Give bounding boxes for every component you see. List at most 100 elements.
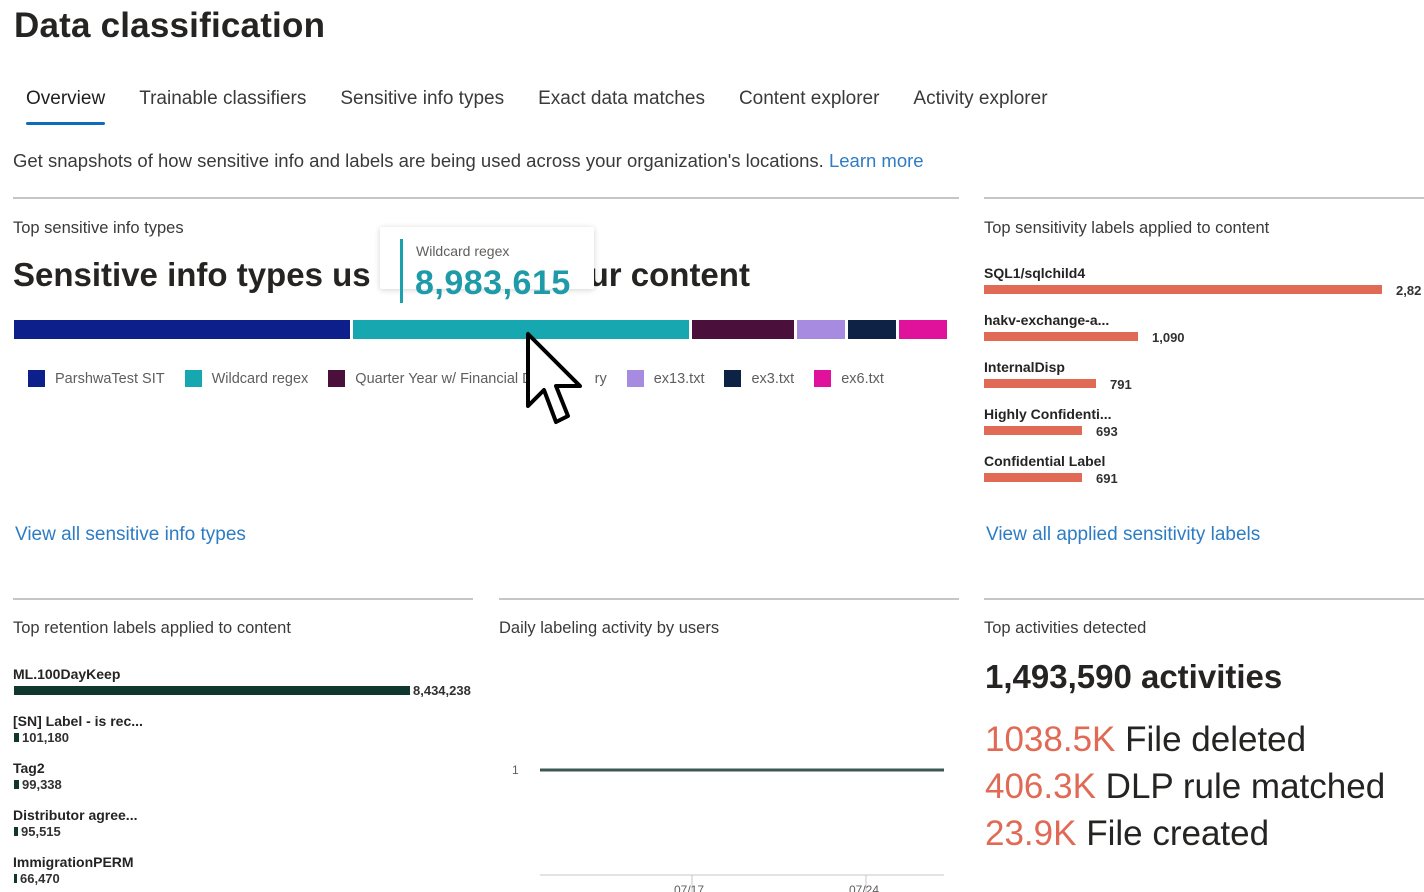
retention-label-bar[interactable] bbox=[14, 733, 19, 742]
tab-exact-data-matches[interactable]: Exact data matches bbox=[538, 88, 705, 132]
legend-item[interactable]: Wildcard regex bbox=[184, 370, 309, 387]
retention-label-name: [SN] Label - is rec... bbox=[13, 713, 143, 729]
legend-item[interactable]: ex13.txt bbox=[626, 370, 705, 387]
sensitivity-label-bar[interactable] bbox=[984, 426, 1082, 435]
legend-swatch bbox=[28, 370, 45, 387]
activity-count: 1038.5K bbox=[985, 720, 1116, 759]
sensitivity-label-value: 693 bbox=[1096, 424, 1118, 439]
tab-sensitive-info-types[interactable]: Sensitive info types bbox=[340, 88, 504, 132]
stacked-bar-segment[interactable] bbox=[797, 320, 845, 339]
view-all-sensitivity-labels-link[interactable]: View all applied sensitivity labels bbox=[986, 524, 1260, 546]
divider-daily-labeling bbox=[499, 598, 959, 600]
intro-description: Get snapshots of how sensitive info and … bbox=[13, 150, 824, 171]
activity-label: File deleted bbox=[1125, 720, 1307, 759]
stacked-bar-segment[interactable] bbox=[692, 320, 794, 339]
sensitivity-label-bar[interactable] bbox=[984, 285, 1382, 294]
legend-label: Quarter Year w/ Financial D bbox=[355, 370, 533, 387]
retention-label-list: ML.100DayKeep 8,434,238 [SN] Label - is re… bbox=[13, 666, 483, 892]
legend-item[interactable]: ParshwaTest SIT bbox=[28, 370, 165, 387]
daily-labeling-card-title: Daily labeling activity by users bbox=[499, 619, 720, 637]
tab-activity-explorer[interactable]: Activity explorer bbox=[913, 88, 1047, 132]
sensitivity-label-bar[interactable] bbox=[984, 379, 1096, 388]
retention-label-name: Distributor agree... bbox=[13, 807, 138, 823]
legend-item[interactable]: ex6.txt bbox=[814, 370, 884, 387]
retention-label-value: 95,515 bbox=[21, 824, 61, 839]
activity-count: 23.9K bbox=[985, 814, 1077, 853]
sensitivity-label-name: Confidential Label bbox=[984, 453, 1106, 469]
stacked-bar-segment[interactable] bbox=[899, 320, 947, 339]
legend: ParshwaTest SIT Wildcard regex Quarter Y… bbox=[28, 370, 884, 387]
activity-row[interactable]: 23.9K File created bbox=[985, 814, 1269, 854]
sensitivity-label-name: Highly Confidenti... bbox=[984, 406, 1112, 422]
sensitivity-label-value: 791 bbox=[1110, 377, 1132, 392]
activity-label: File created bbox=[1086, 814, 1270, 853]
learn-more-link[interactable]: Learn more bbox=[829, 150, 924, 171]
tab-bar: Overview Trainable classifiers Sensitive… bbox=[26, 88, 1048, 132]
activities-card-title: Top activities detected bbox=[984, 619, 1147, 637]
mouse-pointer-icon bbox=[526, 332, 582, 424]
tooltip-value: 8,983,615 bbox=[415, 264, 571, 302]
sensitivity-labels-card-title: Top sensitivity labels applied to conten… bbox=[984, 219, 1270, 237]
tab-trainable-classifiers[interactable]: Trainable classifiers bbox=[139, 88, 306, 132]
sensitive-info-card-title: Top sensitive info types bbox=[13, 219, 184, 237]
sensitivity-label-list: SQL1/sqlchild4 2,82 hakv-exchange-a... 1,09… bbox=[984, 265, 1424, 495]
legend-swatch bbox=[626, 370, 644, 387]
stacked-bar-segment[interactable] bbox=[353, 320, 689, 339]
x-tick-label: 07/17 bbox=[674, 883, 704, 892]
legend-label: ParshwaTest SIT bbox=[55, 370, 165, 387]
intro-text: Get snapshots of how sensitive info and … bbox=[13, 150, 924, 172]
legend-swatch bbox=[814, 370, 832, 387]
view-all-sensitive-info-link[interactable]: View all sensitive info types bbox=[15, 524, 246, 546]
retention-label-value: 8,434,238 bbox=[413, 683, 471, 698]
stacked-bar-chart bbox=[14, 320, 958, 339]
legend-swatch bbox=[724, 370, 742, 387]
heading-left: Sensitive info types us bbox=[13, 256, 371, 293]
tab-content-explorer[interactable]: Content explorer bbox=[739, 88, 879, 132]
retention-label-value: 99,338 bbox=[22, 777, 62, 792]
y-tick-label: 1 bbox=[512, 763, 519, 777]
sensitivity-label-name: InternalDisp bbox=[984, 359, 1065, 375]
tab-overview[interactable]: Overview bbox=[26, 88, 106, 132]
tooltip-accent bbox=[400, 239, 403, 303]
divider-sensitive-info bbox=[13, 197, 959, 199]
legend-label-tail: ry bbox=[594, 370, 607, 387]
sensitivity-label-value: 1,090 bbox=[1152, 330, 1185, 345]
retention-label-bar[interactable] bbox=[14, 686, 410, 695]
x-tick-label: 07/24 bbox=[849, 883, 879, 892]
sensitivity-label-name: SQL1/sqlchild4 bbox=[984, 265, 1086, 281]
activity-row[interactable]: 1038.5K File deleted bbox=[985, 720, 1306, 760]
sensitivity-label-name: hakv-exchange-a... bbox=[984, 312, 1110, 328]
stacked-bar-segment[interactable] bbox=[848, 320, 896, 339]
chart-tooltip: Wildcard regex 8,983,615 bbox=[380, 227, 594, 303]
legend-swatch bbox=[184, 370, 202, 387]
legend-label: ex6.txt bbox=[841, 370, 884, 387]
retention-labels-card-title: Top retention labels applied to content bbox=[13, 619, 291, 637]
activity-label: DLP rule matched bbox=[1105, 767, 1386, 806]
activity-row[interactable]: 406.3K DLP rule matched bbox=[985, 767, 1385, 807]
sensitivity-label-value: 691 bbox=[1096, 471, 1118, 486]
page-title: Data classification bbox=[14, 6, 326, 45]
retention-label-bar[interactable] bbox=[14, 874, 17, 883]
retention-label-bar[interactable] bbox=[14, 780, 19, 789]
retention-label-name: ML.100DayKeep bbox=[13, 666, 121, 682]
sensitivity-label-bar[interactable] bbox=[984, 473, 1082, 482]
legend-swatch bbox=[328, 370, 346, 387]
activity-count: 406.3K bbox=[985, 767, 1096, 806]
sensitivity-label-bar[interactable] bbox=[984, 332, 1138, 341]
retention-label-name: Tag2 bbox=[13, 760, 45, 776]
legend-label: Wildcard regex bbox=[211, 370, 309, 387]
divider-retention bbox=[13, 598, 473, 600]
tooltip-label: Wildcard regex bbox=[416, 243, 510, 259]
divider-sensitivity-labels bbox=[984, 197, 1424, 199]
retention-label-value: 66,470 bbox=[20, 871, 60, 886]
legend-item[interactable]: ex3.txt bbox=[724, 370, 794, 387]
legend-label: ex13.txt bbox=[653, 370, 705, 387]
retention-label-value: 101,180 bbox=[22, 730, 69, 745]
daily-labeling-chart: 1 07/17 07/24 bbox=[512, 763, 944, 892]
legend-label: ex3.txt bbox=[751, 370, 795, 387]
heading-right: ur content bbox=[588, 256, 750, 293]
stacked-bar-segment[interactable] bbox=[14, 320, 350, 339]
sensitivity-label-value: 2,82 bbox=[1396, 283, 1422, 298]
retention-label-bar[interactable] bbox=[14, 827, 18, 836]
divider-activities bbox=[984, 598, 1424, 600]
